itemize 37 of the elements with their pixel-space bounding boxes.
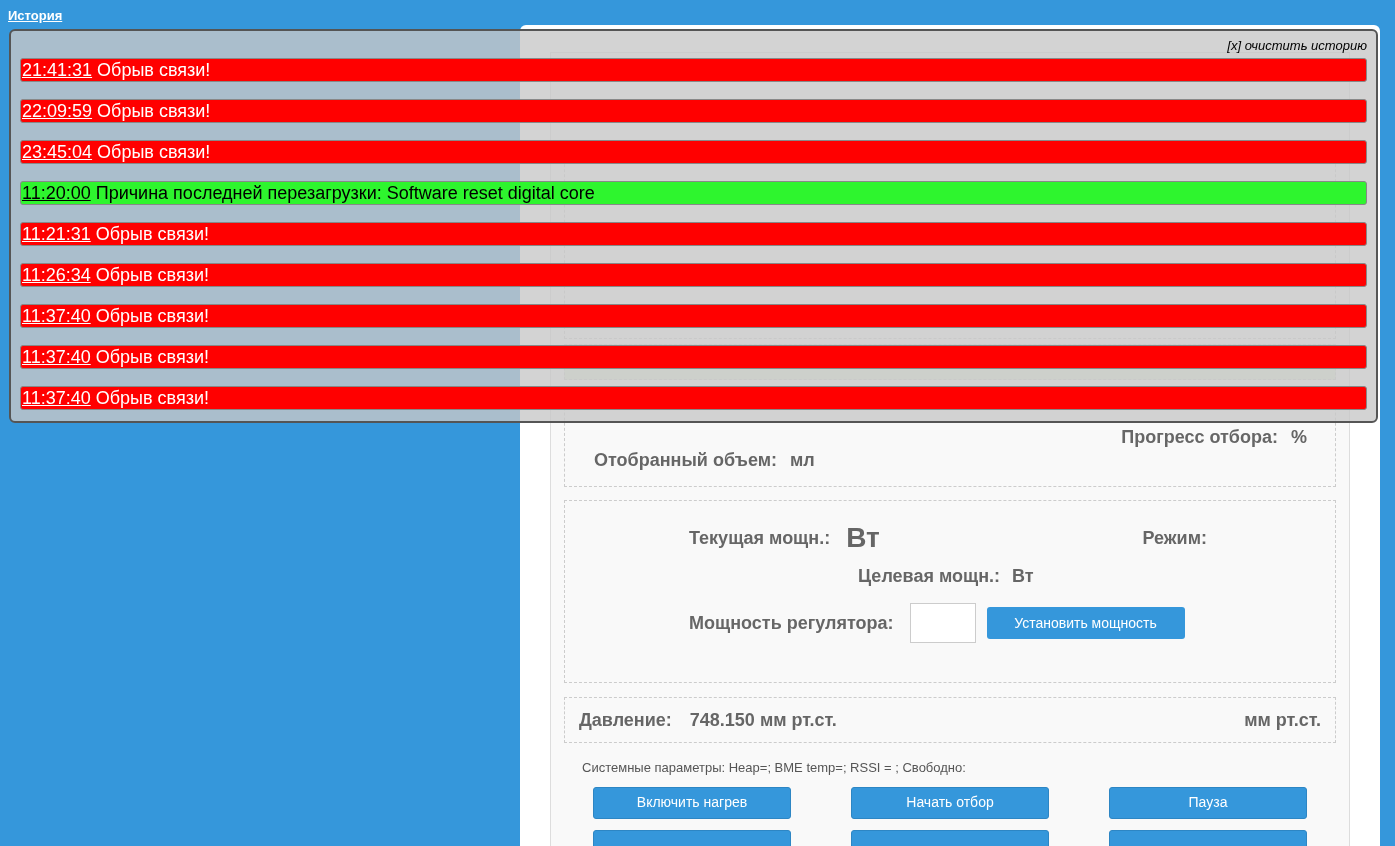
entry-time-link[interactable]: 11:37:40 bbox=[22, 347, 91, 367]
progress-text: Прогресс отбора: % bbox=[1121, 426, 1307, 447]
set-power-button[interactable]: Установить мощность bbox=[986, 607, 1185, 639]
entry-time-link[interactable]: 11:21:31 bbox=[22, 224, 91, 244]
entry-message: Обрыв связи! bbox=[95, 224, 209, 244]
regulator-power-label: Мощность регулятора: bbox=[689, 611, 894, 635]
entry-message: Обрыв связи! bbox=[97, 60, 211, 80]
mode-label: Режим: bbox=[1142, 526, 1207, 550]
history-link[interactable]: История bbox=[8, 8, 63, 23]
entry-time-link[interactable]: 11:37:40 bbox=[22, 388, 91, 408]
pressure-label: Давление: bbox=[579, 708, 672, 732]
system-params: Системные параметры: Heap=; BME temp=; RSSI = ; Свободно: bbox=[582, 759, 967, 777]
entry-time-link[interactable]: 11:20:00 bbox=[22, 183, 91, 203]
entry-time-link[interactable]: 11:37:40 bbox=[22, 306, 91, 326]
pressure-unit: мм рт.ст. bbox=[1244, 708, 1321, 732]
entry-message: Обрыв связи! bbox=[95, 306, 209, 326]
action-button[interactable]: Пауза bbox=[1109, 786, 1307, 819]
current-power-label: Текущая мощн.: bbox=[689, 526, 831, 550]
entry-time-link[interactable]: 23:45:04 bbox=[22, 142, 93, 162]
entry-message: Обрыв связи! bbox=[97, 101, 211, 121]
entry-time-link[interactable]: 22:09:59 bbox=[22, 101, 93, 121]
target-power-unit: Вт bbox=[1012, 564, 1034, 588]
entry-message: Причина последней перезагрузки: Software reset digital core bbox=[95, 183, 595, 203]
entry-message: Обрыв связи! bbox=[97, 142, 211, 162]
action-button[interactable]: Включить нагрев bbox=[593, 786, 791, 819]
current-power-unit: Вт bbox=[846, 521, 880, 555]
entry-time-link[interactable]: 21:41:31 bbox=[22, 60, 93, 80]
entry-message: Обрыв связи! bbox=[95, 388, 209, 408]
power-input[interactable] bbox=[909, 603, 976, 643]
volume-text: Отобранный объем: мл bbox=[594, 450, 815, 470]
clear-history-link[interactable]: [x] очистить историю bbox=[1227, 36, 1367, 58]
pressure-value: 748.150 мм рт.ст. bbox=[689, 708, 837, 732]
entry-message: Обрыв связи! bbox=[95, 347, 209, 367]
action-button[interactable]: Начать отбор bbox=[851, 786, 1049, 819]
entry-time-link[interactable]: 11:26:34 bbox=[22, 265, 91, 285]
target-power-label: Целевая мощн.: bbox=[858, 564, 1001, 588]
entry-message: Обрыв связи! bbox=[95, 265, 209, 285]
